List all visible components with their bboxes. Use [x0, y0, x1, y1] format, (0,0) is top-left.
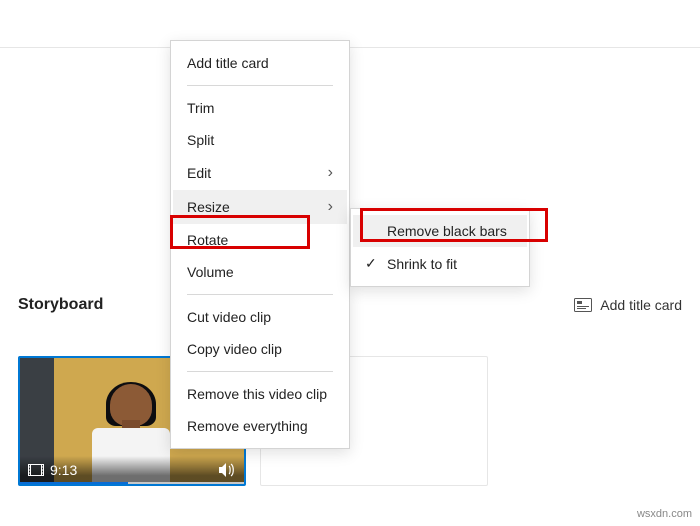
submenu-item-label: Shrink to fit — [387, 256, 457, 272]
menu-item-label: Rotate — [187, 232, 228, 248]
check-icon: ✓ — [365, 255, 379, 272]
menu-item-copy[interactable]: Copy video clip — [173, 333, 347, 365]
submenu-shrink-to-fit[interactable]: ✓ Shrink to fit — [353, 247, 527, 280]
menu-separator — [187, 294, 333, 295]
menu-item-label: Volume — [187, 264, 234, 280]
menu-item-volume[interactable]: Volume — [173, 256, 347, 288]
chevron-right-icon: › — [328, 164, 333, 182]
menu-item-label: Cut video clip — [187, 309, 271, 325]
add-title-card-button[interactable]: Add title card — [574, 297, 682, 313]
clip-progress-fill — [20, 482, 128, 486]
menu-item-resize[interactable]: Resize › — [173, 190, 347, 224]
add-title-card-label: Add title card — [600, 297, 682, 313]
storyboard-title: Storyboard — [18, 296, 103, 314]
menu-item-label: Remove everything — [187, 418, 308, 434]
context-menu: Add title card Trim Split Edit › Resize … — [170, 40, 350, 449]
menu-item-label: Split — [187, 132, 214, 148]
resize-submenu: Remove black bars ✓ Shrink to fit — [350, 208, 530, 287]
menu-item-label: Resize — [187, 199, 230, 215]
clip-duration: 9:13 — [50, 462, 77, 478]
film-icon — [28, 464, 44, 476]
clip-progress-track — [20, 482, 244, 486]
menu-separator — [187, 85, 333, 86]
menu-item-label: Add title card — [187, 55, 269, 71]
menu-item-trim[interactable]: Trim — [173, 92, 347, 124]
submenu-item-label: Remove black bars — [387, 223, 507, 239]
menu-separator — [187, 371, 333, 372]
menu-item-label: Copy video clip — [187, 341, 282, 357]
storyboard-header: Storyboard Add title card — [0, 284, 700, 322]
submenu-remove-black-bars[interactable]: Remove black bars — [353, 215, 527, 247]
menu-item-edit[interactable]: Edit › — [173, 156, 347, 190]
clip-overlay: 9:13 — [20, 456, 244, 484]
menu-item-label: Trim — [187, 100, 214, 116]
menu-item-cut[interactable]: Cut video clip — [173, 301, 347, 333]
menu-item-label: Remove this video clip — [187, 386, 327, 402]
watermark: wsxdn.com — [637, 508, 692, 520]
top-toolbar — [0, 0, 700, 48]
menu-item-rotate[interactable]: Rotate — [173, 224, 347, 256]
menu-item-split[interactable]: Split — [173, 124, 347, 156]
chevron-right-icon: › — [328, 198, 333, 216]
menu-item-add-title-card[interactable]: Add title card — [173, 47, 347, 79]
menu-item-remove-all[interactable]: Remove everything — [173, 410, 347, 442]
clip-row: 9:13 — [0, 322, 700, 504]
menu-item-remove-clip[interactable]: Remove this video clip — [173, 378, 347, 410]
menu-item-label: Edit — [187, 165, 211, 181]
title-card-icon — [574, 298, 592, 312]
speaker-icon — [218, 462, 236, 478]
